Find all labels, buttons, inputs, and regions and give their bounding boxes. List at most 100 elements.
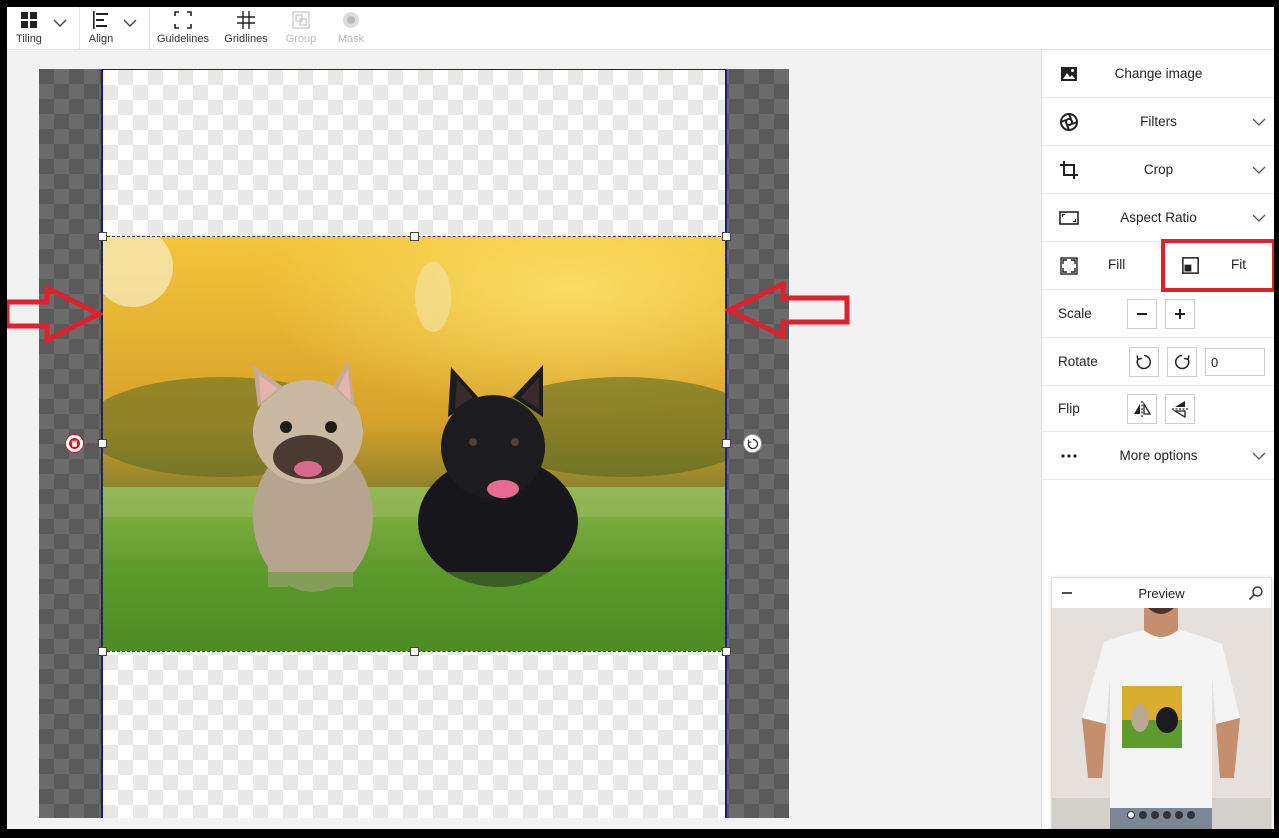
preview-dot-5[interactable]	[1175, 811, 1183, 819]
align-label: Align	[88, 33, 114, 45]
fit-icon	[1182, 257, 1199, 274]
preview-dot-1[interactable]	[1127, 811, 1135, 819]
dog-photo[interactable]	[103, 237, 725, 651]
filters-row[interactable]: Filters	[1042, 98, 1274, 146]
rotate-left-button[interactable]	[1129, 347, 1159, 377]
preview-title: Preview	[1138, 586, 1185, 601]
rotate-handle[interactable]	[743, 434, 762, 453]
trash-icon	[69, 438, 80, 449]
rotate-counterclockwise-icon	[1136, 354, 1151, 370]
red-arrow-right-annotation	[7, 285, 103, 343]
mask-label: Mask	[337, 33, 365, 45]
resize-handle-top[interactable]	[410, 232, 419, 241]
design-canvas[interactable]	[39, 69, 789, 818]
flip-horizontal-icon	[1134, 401, 1152, 417]
tshirt-model-image	[1052, 608, 1271, 829]
tiling-label: Tiling	[16, 33, 42, 45]
tiling-button[interactable]: Tiling	[13, 7, 45, 49]
guidelines-icon	[174, 11, 192, 29]
delete-button[interactable]	[65, 434, 84, 453]
mask-button[interactable]: Mask	[335, 7, 367, 49]
flip-label: Flip	[1058, 401, 1080, 416]
plus-icon	[1175, 309, 1185, 319]
fit-button[interactable]: Fit	[1161, 239, 1274, 292]
change-image-row[interactable]: Change image	[1042, 50, 1274, 98]
guidelines-button[interactable]: Guidelines	[155, 7, 211, 49]
guidelines-label: Guidelines	[157, 33, 209, 45]
change-image-label: Change image	[1114, 66, 1203, 81]
filters-label: Filters	[1140, 114, 1177, 129]
tshirt-mockup-preview[interactable]	[1052, 608, 1271, 829]
resize-handle-top-left[interactable]	[98, 232, 107, 241]
gridlines-icon	[237, 11, 255, 29]
fill-label: Fill	[1108, 257, 1126, 272]
align-left-icon	[93, 11, 108, 29]
rotate-row: Rotate	[1042, 338, 1274, 386]
scale-increase-button[interactable]	[1165, 299, 1195, 329]
fill-button[interactable]: Fill	[1042, 242, 1158, 290]
scale-decrease-button[interactable]	[1127, 299, 1157, 329]
aperture-icon	[1060, 113, 1078, 131]
gridlines-button[interactable]: Gridlines	[222, 7, 270, 49]
flip-horizontal-button[interactable]	[1127, 394, 1157, 424]
chevron-down-icon	[1252, 166, 1266, 174]
resize-handle-left[interactable]	[98, 439, 107, 448]
preview-header: Preview	[1052, 578, 1271, 608]
group-button[interactable]: Group	[283, 7, 319, 49]
fill-fit-row: Fill Fit	[1042, 239, 1274, 292]
crop-icon	[1060, 161, 1078, 179]
rotate-connector	[731, 443, 743, 444]
more-options-label: More options	[1119, 448, 1198, 463]
crop-row[interactable]: Crop	[1042, 146, 1274, 194]
design-editor: Tiling Align Guidelines Gridlines Group …	[7, 7, 1274, 829]
chevron-down-icon	[1252, 452, 1266, 460]
rotate-clockwise-icon	[1175, 354, 1190, 370]
zoom-search-icon[interactable]	[1248, 585, 1264, 601]
flip-row: Flip	[1042, 386, 1274, 432]
preview-dot-2[interactable]	[1139, 811, 1147, 819]
expand-icon	[1060, 257, 1078, 275]
mask-icon	[343, 12, 359, 28]
aspect-ratio-icon	[1059, 211, 1079, 225]
flip-vertical-button[interactable]	[1165, 394, 1195, 424]
rotate-icon	[747, 438, 758, 449]
resize-handle-bottom-left[interactable]	[98, 647, 107, 656]
flip-vertical-icon	[1172, 401, 1188, 419]
group-icon	[292, 11, 310, 29]
crop-label: Crop	[1143, 162, 1174, 177]
top-toolbar: Tiling Align Guidelines Gridlines Group …	[7, 7, 1274, 50]
resize-handle-right[interactable]	[722, 439, 731, 448]
chevron-down-icon	[1252, 118, 1266, 126]
minus-icon	[1137, 313, 1147, 315]
resize-handle-bottom-right[interactable]	[722, 647, 731, 656]
scale-label: Scale	[1058, 306, 1092, 321]
rotate-label: Rotate	[1058, 354, 1098, 369]
scale-row: Scale	[1042, 290, 1274, 338]
rotate-right-button[interactable]	[1167, 347, 1197, 377]
preview-dot-6[interactable]	[1187, 811, 1195, 819]
preview-window: Preview	[1051, 577, 1272, 829]
rotate-angle-input[interactable]	[1205, 348, 1265, 376]
aspect-ratio-row[interactable]: Aspect Ratio	[1042, 194, 1274, 242]
image-icon	[1061, 67, 1077, 81]
fit-label: Fit	[1231, 257, 1246, 272]
tiling-icon	[21, 12, 37, 28]
more-dots-icon	[1061, 454, 1077, 458]
preview-dot-3[interactable]	[1151, 811, 1159, 819]
align-chevron-down-icon[interactable]	[122, 15, 138, 31]
red-arrow-left-annotation	[725, 281, 850, 339]
resize-handle-top-right[interactable]	[722, 232, 731, 241]
align-button[interactable]: Align	[85, 7, 117, 49]
toolbar-divider	[149, 7, 150, 49]
delete-connector	[83, 443, 99, 444]
dog-photo-image	[103, 237, 725, 651]
chevron-down-icon	[1252, 214, 1266, 222]
tiling-chevron-down-icon[interactable]	[52, 15, 68, 31]
preview-dot-4[interactable]	[1163, 811, 1171, 819]
resize-handle-bottom[interactable]	[410, 647, 419, 656]
aspect-ratio-label: Aspect Ratio	[1120, 210, 1197, 225]
group-label: Group	[285, 33, 317, 45]
toolbar-divider	[79, 7, 80, 49]
gridlines-label: Gridlines	[224, 33, 268, 45]
more-options-row[interactable]: More options	[1042, 432, 1274, 480]
